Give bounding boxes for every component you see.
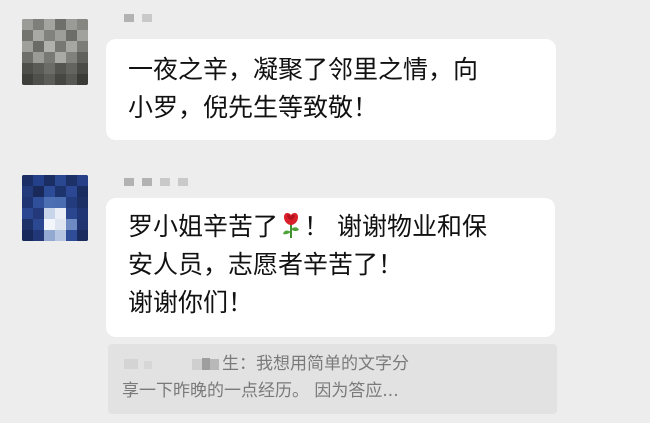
pixelated-avatar-image — [22, 175, 88, 241]
masked-name-block — [160, 178, 170, 186]
masked-quote-author — [124, 358, 219, 370]
quote-text-line: 享一下昨晚的一点经历。 因为答应... — [122, 381, 399, 401]
quote-text: 生：我想用简单的文字分 — [222, 354, 409, 374]
pixelated-avatar-image — [22, 19, 88, 85]
message-text-line: 安人员，志愿者辛苦了！ — [128, 250, 404, 279]
masked-name-block — [142, 178, 152, 186]
message-text-line: 罗小姐辛苦了 ！ 谢谢物业和保 — [128, 208, 535, 246]
message-text-segment: ！ 谢谢物业和保 — [304, 212, 487, 241]
masked-name-block — [178, 178, 188, 186]
avatar[interactable] — [22, 175, 88, 241]
masked-name-block — [124, 14, 134, 22]
avatar[interactable] — [22, 19, 88, 85]
message-bubble[interactable]: 一夜之辛，凝聚了邻里之情，向 小罗，倪先生等致敬！ — [106, 39, 556, 140]
sender-name — [124, 14, 152, 22]
sender-name — [124, 178, 188, 186]
message-text-line: 谢谢你们！ — [128, 288, 254, 317]
message-bubble[interactable]: 罗小姐辛苦了 ！ 谢谢物业和保 安人员，志愿者辛苦了！ 谢谢你们！ — [106, 198, 555, 337]
masked-name-block — [124, 178, 134, 186]
message-text-line: 小罗，倪先生等致敬！ — [128, 93, 379, 122]
message-text-segment: 罗小姐辛苦了 — [128, 212, 279, 241]
quoted-message[interactable]: 生：我想用简单的文字分 享一下昨晚的一点经历。 因为答应... — [108, 344, 557, 414]
chat-window: 一夜之辛，凝聚了邻里之情，向 小罗，倪先生等致敬！ 罗小姐辛苦了 ！ 谢谢物业和… — [0, 0, 650, 423]
quote-text-line: 生：我想用简单的文字分 — [122, 351, 545, 378]
rose-icon — [283, 212, 300, 238]
masked-name-block — [142, 14, 152, 22]
message-text-line: 一夜之辛，凝聚了邻里之情，向 — [128, 55, 479, 84]
